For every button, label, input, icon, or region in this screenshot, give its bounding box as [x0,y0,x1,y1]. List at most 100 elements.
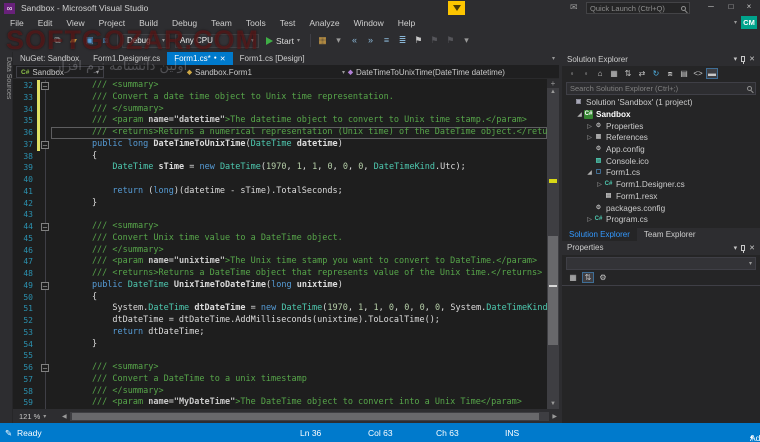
solution-configuration-select[interactable]: Debug ▾ [122,33,170,48]
code-line-33[interactable]: 33 /// Convert a date time object to Uni… [13,91,547,104]
bookmark-icon[interactable]: ⚑ [411,35,426,46]
show-all-files-icon[interactable]: ▬ [706,68,718,79]
code-line-42[interactable]: 42 } [13,197,547,210]
scroll-down-icon[interactable]: ▼ [547,400,559,409]
refresh-icon[interactable]: ↻ [650,69,662,78]
code-line-45[interactable]: 45 /// Convert Unix time value to a Date… [13,232,547,245]
code-editor[interactable]: 32– /// <summary> 33 /// Convert a date t… [13,79,559,409]
menu-item-help[interactable]: Help [391,18,422,28]
menu-item-project[interactable]: Project [92,18,132,28]
menu-item-analyze[interactable]: Analyze [302,18,346,28]
code-line-38[interactable]: 38 { [13,150,547,163]
window-position-icon[interactable]: ▾ [734,244,738,252]
properties-node[interactable]: ▷ ⚙ Properties [562,120,760,132]
bookmark-prev-icon[interactable]: ⚑ [427,35,442,46]
menu-item-window[interactable]: Window [347,18,391,28]
code-line-53[interactable]: 53 return dtDateTime; [13,326,547,339]
property-pages-icon[interactable]: ⚙ [597,273,609,282]
tab-form1-design[interactable]: Form1.cs [Design] [233,52,312,65]
navigate-fwd-doc-icon[interactable]: » [363,35,378,46]
start-debugging-button[interactable]: Start ▾ [260,36,306,46]
app-config[interactable]: ⚙ App.config [562,144,760,156]
pin-icon[interactable] [741,56,746,64]
account-avatar[interactable]: CM [741,16,757,29]
code-line-48[interactable]: 48 /// <returns>Returns a DateTime objec… [13,268,547,280]
categorized-icon[interactable]: ▦ [567,273,579,282]
form1-cs[interactable]: ◢ ▢ Form1.cs [562,167,760,179]
tab-form1-cs[interactable]: Form1.cs* ● ✕ [167,52,233,65]
collapsed-arrow-icon[interactable]: ▷ [595,181,604,188]
vertical-scrollbar[interactable]: + ▲ ▼ [547,79,559,409]
code-line-36[interactable]: 36 /// <returns>Returns a numerical repr… [13,127,547,139]
code-line-59[interactable]: 59 /// <param name="MyDateTime">The Date… [13,397,547,409]
alphabetical-icon[interactable]: ⇅ [582,271,594,283]
line-comment-icon[interactable]: ≡ [379,35,394,46]
bookmark-next-icon[interactable]: ⚑ [443,35,458,46]
code-line-57[interactable]: 57 /// Convert a DateTime to a unix time… [13,373,547,386]
new-window-icon[interactable]: ⧉ [50,35,65,46]
zoom-select[interactable]: 121 % ▾ [15,412,59,421]
collapsed-arrow-icon[interactable]: ▷ [585,134,594,141]
line-uncomment-icon[interactable]: ≣ [395,35,410,46]
code-line-55[interactable]: 55 [13,350,547,362]
collapse-region-icon[interactable]: – [41,140,49,149]
sync-with-active-document-icon[interactable]: ⇄ [636,69,648,78]
code-line-41[interactable]: 41 return (long)(datetime - sTime).Total… [13,185,547,198]
properties-object-select[interactable]: ▾ [566,256,756,270]
scroll-right-icon[interactable]: ▶ [552,413,557,420]
code-line-49[interactable]: 49– public DateTime UnixTimeToDateTime(l… [13,279,547,292]
window-position-icon[interactable]: ▾ [734,55,738,63]
attach-caret[interactable]: ▾ [331,35,346,46]
solution-platform-select[interactable]: Any CPU ▾ [175,33,259,48]
member-dropdown[interactable]: ▾ ◆ DateTimeToUnixTime(DateTime datetime… [338,66,509,78]
collapsed-arrow-icon[interactable]: ▷ [585,123,594,130]
code-line-44[interactable]: 44– /// <summary> [13,221,547,233]
forward-icon[interactable]: ◦ [580,69,592,78]
minimize-button[interactable]: ─ [702,0,720,14]
solution-explorer-search-input[interactable]: Search Solution Explorer (Ctrl+;) [566,82,756,95]
document-list-icon[interactable]: ▾ [552,55,559,62]
code-line-47[interactable]: 47 /// <param name="unixtime">The Unix t… [13,256,547,268]
quick-launch-input[interactable]: Quick Launch (Ctrl+Q) [586,2,690,14]
code-line-40[interactable]: 40 [13,174,547,186]
split-editor-handle[interactable]: + [547,79,559,88]
program-cs[interactable]: ▷ C# Program.cs [562,214,760,226]
collapse-region-icon[interactable]: – [41,82,49,90]
code-line-37[interactable]: 37– public long DateTimeToUnixTime(DateT… [13,138,547,151]
scroll-left-icon[interactable]: ◀ [62,413,67,420]
pending-changes-filter-icon[interactable]: ⇅ [622,69,634,78]
expanded-arrow-icon[interactable]: ◢ [585,169,594,176]
pin-icon[interactable] [741,244,746,253]
type-dropdown[interactable]: ◆ Sandbox.Form1 [183,66,256,78]
switch-views-icon[interactable]: ▦ [608,69,620,78]
console-ico[interactable]: ▨ Console.ico [562,155,760,167]
form1-resx[interactable]: ▤ Form1.resx [562,191,760,203]
solution-node[interactable]: ▣ Solution 'Sandbox' (1 project) [562,97,760,109]
horizontal-thumb[interactable] [71,412,540,420]
toolbar-overflow-icon[interactable]: ▾ [734,19,737,26]
collapse-region-icon[interactable]: – [41,281,49,290]
code-line-43[interactable]: 43 [13,209,547,221]
collapse-region-icon[interactable]: – [41,364,49,372]
code-line-56[interactable]: 56– /// <summary> [13,362,547,374]
tab-team-explorer[interactable]: Team Explorer [637,228,703,241]
menu-item-file[interactable]: File [3,18,31,28]
back-icon[interactable]: ◦ [566,69,578,78]
code-line-50[interactable]: 50 { [13,291,547,304]
code-line-46[interactable]: 46 /// </summary> [13,244,547,257]
attach-process-icon[interactable]: ▦ [315,35,330,46]
horizontal-scrollbar[interactable] [69,411,550,421]
code-line-52[interactable]: 52 dtDateTime = dtDateTime.AddMillisecon… [13,315,547,327]
scrollbar-thumb[interactable] [548,236,558,346]
scroll-up-icon[interactable]: ▲ [547,88,559,97]
save-all-icon[interactable]: ⧈ [98,35,113,46]
code-line-35[interactable]: 35 /// <param name="datetime">The dateti… [13,115,547,127]
scrollbar-track[interactable] [547,97,559,400]
properties-title-bar[interactable]: Properties ▾ ✕ [562,240,760,255]
solution-explorer-title-bar[interactable]: Solution Explorer ▾ ✕ [562,52,760,66]
expanded-arrow-icon[interactable]: ◢ [575,111,584,118]
code-line-54[interactable]: 54 } [13,338,547,351]
menu-item-debug[interactable]: Debug [165,18,204,28]
close-tab-icon[interactable]: ✕ [220,55,226,63]
home-icon[interactable]: ⌂ [594,69,606,78]
